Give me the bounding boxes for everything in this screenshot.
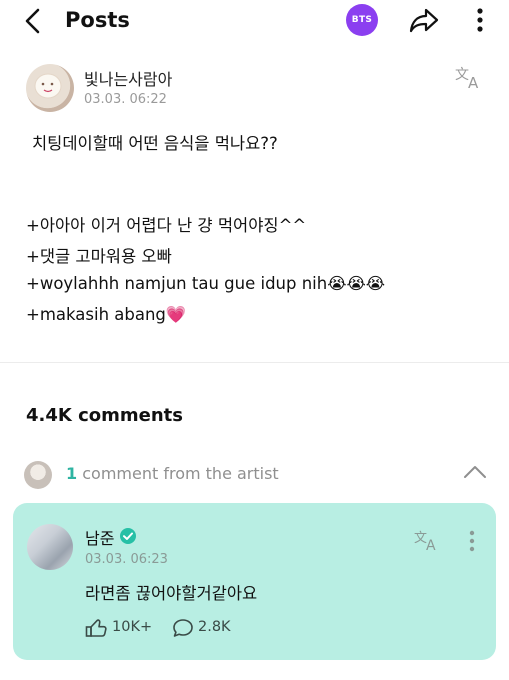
artist-avatar-small (24, 461, 52, 489)
more-options-icon[interactable] (464, 528, 480, 554)
artist-name[interactable]: 남준 (85, 525, 114, 549)
comments-count: 4.4K comments (26, 405, 183, 426)
section-divider (0, 362, 509, 363)
svg-text:A: A (468, 74, 479, 90)
post-line: +댓글 고마워용 오빠 (26, 247, 172, 266)
post-line: +makasih abang💗 (26, 305, 187, 324)
artist-avatar[interactable] (27, 524, 73, 570)
page-title: Posts (65, 8, 130, 32)
translate-icon[interactable]: 文 A (454, 64, 484, 90)
author-avatar[interactable] (26, 64, 74, 112)
back-arrow-icon[interactable] (18, 6, 48, 36)
author-name[interactable]: 빛나는사람아 (84, 66, 172, 90)
post-timestamp: 03.03. 06:22 (84, 92, 167, 107)
reply-count: 2.8K (198, 619, 231, 635)
community-badge[interactable]: BTS (346, 4, 378, 36)
reply-bubble-icon[interactable] (172, 618, 194, 638)
share-icon[interactable] (408, 5, 440, 35)
like-count: 10K+ (112, 619, 153, 635)
artist-comment-label: comment from the artist (77, 464, 279, 483)
artist-comment-count: 1 (66, 464, 78, 483)
comment-timestamp: 03.03. 06:23 (85, 552, 168, 567)
post-line: +아아아 이거 어렵다 난 걍 먹어야징^^ (26, 216, 307, 235)
post-line: +woylahhh namjun tau gue idup nih😭😭😭 (26, 274, 386, 293)
comment-text: 라면좀 끊어야할거같아요 (85, 584, 258, 603)
svg-text:A: A (426, 538, 436, 552)
more-options-icon[interactable] (470, 5, 490, 35)
translate-icon[interactable]: 文 A (413, 528, 441, 552)
verified-check-icon (120, 528, 136, 544)
svg-text:文: 文 (455, 67, 469, 83)
artist-comments-toggle[interactable]: 1 comment from the artist (66, 464, 279, 483)
chevron-up-icon[interactable] (462, 462, 488, 482)
post-question: 치팅데이할때 어떤 음식을 먹나요?? (32, 134, 278, 153)
like-icon[interactable] (85, 618, 107, 638)
